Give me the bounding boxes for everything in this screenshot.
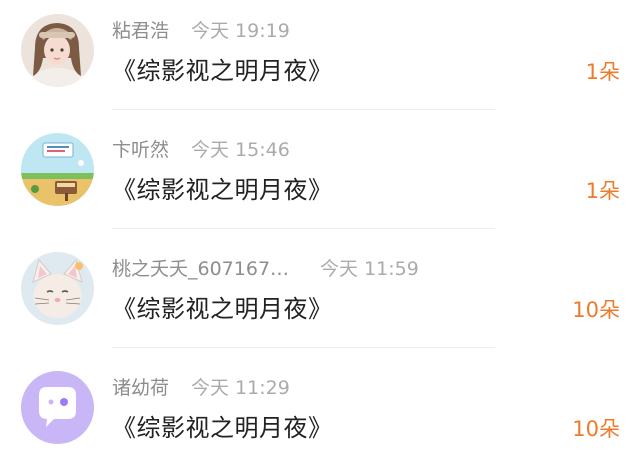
user-name[interactable]: 卞听然 <box>112 136 169 164</box>
list-item[interactable]: 桃之夭夭_607167… 今天 11:59 《综影视之明月夜》 10朵 <box>0 238 640 357</box>
avatar[interactable] <box>21 133 94 206</box>
avatar[interactable] <box>21 252 94 325</box>
list-item[interactable]: 诸幼荷 今天 11:29 《综影视之明月夜》 10朵 <box>0 357 640 476</box>
girl-photo-avatar-icon <box>21 14 94 87</box>
flower-count: 1朵 <box>585 179 620 203</box>
avatar[interactable] <box>21 14 94 87</box>
book-title[interactable]: 《综影视之明月夜》 <box>112 173 333 207</box>
book-title[interactable]: 《综影视之明月夜》 <box>112 411 333 445</box>
timestamp: 今天 11:29 <box>191 377 290 399</box>
user-name[interactable]: 粘君浩 <box>112 17 169 45</box>
user-name[interactable]: 诸幼荷 <box>112 374 169 402</box>
cat-baby-avatar-icon <box>21 252 94 325</box>
book-title[interactable]: 《综影视之明月夜》 <box>112 54 333 88</box>
timestamp: 今天 19:19 <box>191 20 290 42</box>
flower-count: 1朵 <box>585 60 620 84</box>
flower-count: 10朵 <box>572 417 620 441</box>
list-item[interactable]: 卞听然 今天 15:46 《综影视之明月夜》 1朵 <box>0 119 640 238</box>
timestamp: 今天 11:59 <box>320 258 419 280</box>
user-name[interactable]: 桃之夭夭_607167… <box>112 255 289 283</box>
default-chat-bubble-avatar-icon <box>21 371 94 444</box>
list-item[interactable]: 粘君浩 今天 19:19 《综影视之明月夜》 1朵 <box>0 0 640 119</box>
cartoon-landscape-avatar-icon <box>21 133 94 206</box>
divider <box>112 228 495 229</box>
gift-record-list: 粘君浩 今天 19:19 《综影视之明月夜》 1朵 卞听然 今天 15:46 《… <box>0 0 640 460</box>
avatar[interactable] <box>21 371 94 444</box>
flower-count: 10朵 <box>572 298 620 322</box>
divider <box>112 109 495 110</box>
book-title[interactable]: 《综影视之明月夜》 <box>112 292 333 326</box>
divider <box>112 347 495 348</box>
timestamp: 今天 15:46 <box>191 139 290 161</box>
